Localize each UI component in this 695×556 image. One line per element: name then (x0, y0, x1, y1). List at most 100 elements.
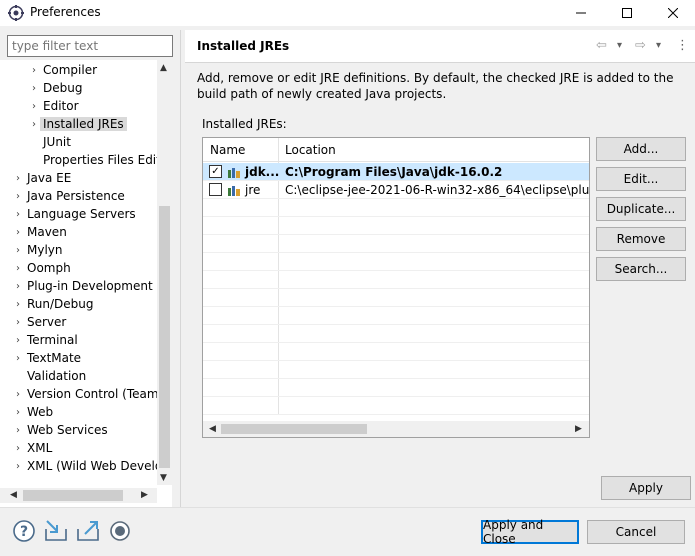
table-empty-row (203, 253, 589, 271)
expand-chevron-icon[interactable]: › (28, 101, 40, 112)
jre-location: C:\Program Files\Java\jdk-16.0.2 (285, 165, 503, 179)
expand-chevron-icon[interactable]: › (28, 65, 40, 76)
tree-item-label: TextMate (27, 351, 82, 365)
remove-button[interactable]: Remove (596, 227, 686, 251)
expand-chevron-icon[interactable]: › (12, 209, 24, 220)
tree-item[interactable]: › Oomph (12, 259, 74, 277)
back-menu-icon[interactable]: ▾ (617, 40, 622, 51)
edit-button[interactable]: Edit... (596, 167, 686, 191)
expand-chevron-icon[interactable]: › (12, 173, 24, 184)
expand-chevron-icon[interactable]: › (12, 443, 24, 454)
tree-item[interactable]: › Java EE (12, 169, 74, 187)
tree-item[interactable]: › Version Control (Team) (12, 385, 157, 403)
add-button[interactable]: Add... (596, 137, 686, 161)
tree-vertical-scroll-thumb[interactable] (159, 206, 170, 468)
tree-item[interactable]: › Language Servers (12, 205, 139, 223)
maximize-button[interactable] (604, 0, 650, 26)
tree-item[interactable]: › Debug (28, 79, 85, 97)
back-arrow-icon[interactable]: ⇦ (596, 38, 607, 53)
tree-item-label: Terminal (27, 333, 78, 347)
table-scroll-left-icon[interactable]: ◀ (209, 424, 216, 434)
tree-item[interactable]: › Editor (28, 97, 82, 115)
tree-item-label: Java Persistence (27, 189, 125, 203)
scroll-down-icon[interactable]: ▼ (160, 473, 167, 483)
pane-splitter[interactable] (180, 30, 181, 507)
expand-chevron-icon[interactable]: › (12, 299, 24, 310)
expand-chevron-icon[interactable]: › (12, 353, 24, 364)
expand-chevron-icon[interactable]: › (12, 245, 24, 256)
expand-chevron-icon[interactable]: › (12, 425, 24, 436)
minimize-icon (576, 12, 586, 14)
tree-item[interactable]: › Mylyn (12, 241, 66, 259)
tree-item[interactable]: › Plug-in Development (12, 277, 156, 295)
help-icon[interactable]: ? (12, 519, 36, 543)
expand-chevron-icon[interactable]: › (12, 335, 24, 346)
expand-chevron-icon[interactable]: › (12, 263, 24, 274)
apply-and-close-button[interactable]: Apply and Close (481, 518, 579, 546)
expand-chevron-icon[interactable]: › (12, 317, 24, 328)
expand-chevron-icon[interactable]: › (28, 119, 40, 130)
tree-item[interactable]: › Web Services (12, 421, 111, 439)
scroll-right-icon[interactable]: ▶ (141, 490, 148, 500)
tree-item-label: Java EE (27, 171, 72, 185)
jre-location: C:\eclipse-jee-2021-06-R-win32-x86_64\ec… (285, 183, 590, 197)
table-empty-row (203, 217, 589, 235)
forward-menu-icon[interactable]: ▾ (656, 40, 661, 51)
tree-item[interactable]: › Installed JREs (28, 115, 127, 133)
expand-chevron-icon[interactable]: › (28, 83, 40, 94)
scroll-left-icon[interactable]: ◀ (10, 490, 17, 500)
tree-item[interactable]: › Server (12, 313, 69, 331)
tree-item[interactable]: › Compiler (28, 61, 100, 79)
table-horizontal-scroll-thumb[interactable] (221, 424, 367, 434)
close-button[interactable] (650, 0, 695, 26)
duplicate-button[interactable]: Duplicate... (596, 197, 686, 221)
more-options-icon[interactable]: ⋮ (676, 38, 689, 53)
jre-checkbox[interactable] (209, 183, 222, 196)
tree-item-label: XML (27, 441, 53, 455)
jre-library-icon (228, 168, 240, 178)
tree-item[interactable]: Validation (12, 367, 89, 385)
record-icon[interactable] (108, 519, 132, 543)
tree-item[interactable]: › Web (12, 403, 56, 421)
table-scroll-right-icon[interactable]: ▶ (575, 424, 582, 434)
expand-chevron-icon[interactable]: › (12, 191, 24, 202)
forward-arrow-icon[interactable]: ⇨ (635, 38, 646, 53)
tree-item[interactable]: › XML (12, 439, 55, 457)
preferences-tree: › Compiler › Debug › Editor › Installed JREs JUn… (0, 60, 157, 485)
tree-item[interactable]: › Run/Debug (12, 295, 97, 313)
tree-item-label: Version Control (Team) (27, 387, 157, 401)
tree-item[interactable]: ›XML (Wild Web Developer) (12, 457, 157, 475)
table-row[interactable]: jre C:\eclipse-jee-2021-06-R-win32-x86_64… (203, 181, 589, 199)
svg-text:?: ? (20, 524, 28, 540)
column-header-name[interactable]: Name (210, 143, 245, 157)
installed-jres-table: Name Location ✓ jdk... C:\Program Files\Ja… (202, 137, 590, 438)
apply-button[interactable]: Apply (601, 476, 691, 500)
tree-item-label: XML (Wild Web Developer) (27, 459, 157, 473)
tree-item[interactable]: › Java Persistence (12, 187, 128, 205)
jre-checkbox[interactable]: ✓ (209, 165, 222, 178)
export-icon[interactable] (76, 519, 100, 543)
expand-chevron-icon[interactable]: › (12, 407, 24, 418)
minimize-button[interactable] (558, 0, 604, 26)
expand-chevron-icon[interactable]: › (12, 389, 24, 400)
search-button[interactable]: Search... (596, 257, 686, 281)
filter-input[interactable] (7, 35, 173, 57)
scroll-up-icon[interactable]: ▲ (160, 63, 167, 73)
table-row[interactable]: ✓ jdk... C:\Program Files\Java\jdk-16.0.2 (203, 163, 589, 181)
column-header-location[interactable]: Location (285, 143, 336, 157)
tree-item[interactable]: JUnit (28, 133, 74, 151)
table-horizontal-scrollbar[interactable]: ◀ ▶ (203, 421, 589, 437)
expand-chevron-icon[interactable]: › (12, 227, 24, 238)
tree-item[interactable]: Properties Files Editor (28, 151, 157, 169)
expand-chevron-icon[interactable]: › (12, 461, 24, 472)
import-icon[interactable] (44, 519, 68, 543)
tree-horizontal-scroll-thumb[interactable] (23, 490, 123, 501)
tree-item[interactable]: › Maven (12, 223, 70, 241)
tree-item[interactable]: › TextMate (12, 349, 84, 367)
tree-horizontal-scrollbar[interactable]: ◀ ▶ (0, 488, 157, 503)
cancel-button[interactable]: Cancel (587, 520, 685, 544)
expand-chevron-icon[interactable]: › (12, 281, 24, 292)
table-empty-row (203, 271, 589, 289)
tree-vertical-scrollbar[interactable]: ▲ ▼ (157, 60, 172, 485)
tree-item[interactable]: › Terminal (12, 331, 81, 349)
